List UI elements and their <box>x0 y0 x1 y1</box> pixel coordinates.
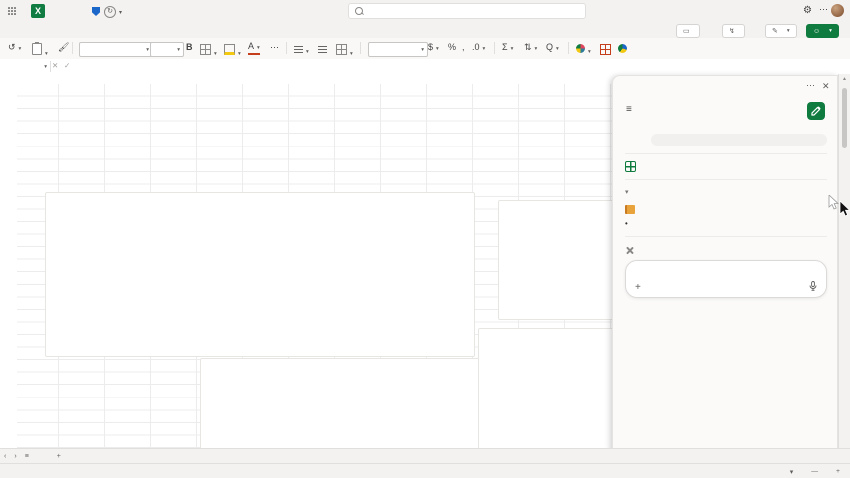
borders-icon[interactable]: ▾ <box>200 44 217 57</box>
user-avatar[interactable] <box>831 4 844 17</box>
excel-web-app: X ↻ ▾ ⚙ ⋯ ▭ ↯ ✎▾ ☺▾ ↺▾ ▾ 🖌︎ ▾ ▾ B ▾ ▾ A▾… <box>0 0 850 478</box>
paste-icon[interactable]: ▾ <box>32 43 48 57</box>
accounting-format-icon[interactable]: $▾ <box>428 42 439 52</box>
agent-mode-row[interactable] <box>625 161 827 172</box>
wrap-text-icon[interactable] <box>318 45 327 55</box>
format-as-table-icon[interactable] <box>600 44 611 57</box>
section-heading-1 <box>625 205 827 214</box>
merge-cells-icon[interactable]: ▾ <box>336 44 353 57</box>
excel-logo-icon[interactable]: X <box>31 4 45 18</box>
catch-up-icon: ↯ <box>729 27 735 35</box>
panel-conversation: ▾ • + <box>613 126 838 304</box>
app-launcher-icon[interactable] <box>8 7 17 16</box>
share-button[interactable]: ☺▾ <box>806 24 839 38</box>
editing-mode-button[interactable]: ✎▾ <box>765 24 797 38</box>
panel-more-icon[interactable]: ⋯ <box>806 80 815 91</box>
mouse-cursor <box>828 195 850 217</box>
pencil-icon: ✎ <box>772 27 778 35</box>
font-size-select[interactable]: ▾ <box>150 42 184 57</box>
autosave-status-icon[interactable]: ↻ <box>104 6 116 18</box>
chevron-down-icon: ▾ <box>790 468 793 476</box>
percent-format-icon[interactable]: % <box>448 42 456 52</box>
reasoned-toggle[interactable]: ▾ <box>625 187 827 196</box>
zoom-out-icon[interactable]: — <box>811 468 818 475</box>
tools-icon <box>625 246 634 255</box>
panel-menu-icon[interactable]: ≡ <box>626 104 632 115</box>
sensitivity-icon[interactable]: ▾ <box>576 44 591 55</box>
search-input[interactable] <box>348 3 586 19</box>
add-sheet-icon[interactable]: + <box>57 453 61 460</box>
chart-discount-band-impact[interactable] <box>45 192 475 357</box>
chart-segment-bars[interactable] <box>200 358 514 449</box>
status-bar: ▾ — + <box>0 463 850 478</box>
sensitivity-label-icon[interactable] <box>92 7 100 16</box>
scrollbar-thumb[interactable] <box>842 88 847 148</box>
font-name-select[interactable]: ▾ <box>79 42 153 57</box>
font-color-icon[interactable]: A▾ <box>248 42 260 55</box>
notebook-icon <box>625 205 635 214</box>
formula-bar: ▾ ✕ ✓ <box>0 59 850 75</box>
cancel-entry-icon[interactable]: ✕ <box>52 61 58 70</box>
decimal-icon[interactable]: .0▾ <box>472 42 485 52</box>
comment-icon: ▭ <box>683 27 690 35</box>
search-icon <box>355 7 363 15</box>
name-box[interactable]: ▾ <box>4 61 51 72</box>
ribbon-menu-bar: ▭ ↯ ✎▾ ☺▾ <box>0 22 850 38</box>
prev-sheet-icon[interactable]: ‹ <box>4 453 6 460</box>
compose-icon <box>811 106 821 116</box>
confirm-entry-icon[interactable]: ✓ <box>64 61 70 70</box>
chevron-down-icon: ▾ <box>625 187 629 196</box>
all-sheets-icon[interactable]: ≡ <box>25 453 29 460</box>
panel-close-icon[interactable]: ✕ <box>822 81 830 92</box>
find-icon[interactable]: Q▾ <box>546 42 559 52</box>
chevron-down-icon: ▾ <box>787 28 790 34</box>
catch-up-button[interactable]: ↯ <box>722 24 745 38</box>
next-sheet-icon[interactable]: › <box>14 453 16 460</box>
undo-icon[interactable]: ↺▾ <box>8 42 21 53</box>
align-icon[interactable]: ▾ <box>294 45 309 55</box>
user-message <box>651 134 827 146</box>
comments-button[interactable]: ▭ <box>676 24 700 38</box>
more-formatting-icon[interactable]: ⋯ <box>270 42 279 53</box>
title-bar: X ↻ ▾ ⚙ ⋯ <box>0 0 850 22</box>
section-heading-2 <box>625 246 827 255</box>
sheet-tab-bar: ‹ › ≡ + <box>0 448 850 464</box>
share-person-icon: ☺ <box>813 28 820 35</box>
sort-filter-icon[interactable]: ⇅▾ <box>524 42 537 53</box>
excel-labs-panel: ⋯ ✕ ≡ ▾ • + <box>612 75 838 456</box>
autosum-icon[interactable]: Σ▾ <box>502 42 513 52</box>
fill-color-icon[interactable]: ▾ <box>224 44 241 57</box>
number-format-select[interactable]: ▾ <box>368 42 428 57</box>
analyze-data-icon[interactable] <box>618 44 627 55</box>
bold-button[interactable]: B <box>186 42 193 52</box>
more-options-icon[interactable]: ⋯ <box>819 4 828 15</box>
zoom-in-icon[interactable]: + <box>836 468 840 475</box>
new-chat-button[interactable] <box>807 102 825 120</box>
title-chevron-icon[interactable]: ▾ <box>119 9 122 16</box>
chevron-down-icon: ▾ <box>829 28 832 34</box>
add-attachment-icon[interactable]: + <box>635 283 641 293</box>
ribbon-toolbar: ↺▾ ▾ 🖌︎ ▾ ▾ B ▾ ▾ A▾ ⋯ ▾ ▾ ▾ $▾ % , .0▾ … <box>0 38 850 60</box>
agent-mode-icon <box>625 161 636 172</box>
settings-gear-icon[interactable]: ⚙ <box>803 5 812 17</box>
vertical-scrollbar[interactable]: ▲ <box>838 74 850 448</box>
comma-format-icon[interactable]: , <box>462 42 465 52</box>
microphone-icon[interactable] <box>809 281 817 293</box>
format-painter-icon[interactable]: 🖌︎ <box>58 42 69 53</box>
panel-header: ⋯ ✕ <box>613 76 837 98</box>
source-bullet: • <box>625 219 827 229</box>
scroll-up-icon[interactable]: ▲ <box>842 76 847 82</box>
chat-input[interactable]: + <box>625 260 827 298</box>
